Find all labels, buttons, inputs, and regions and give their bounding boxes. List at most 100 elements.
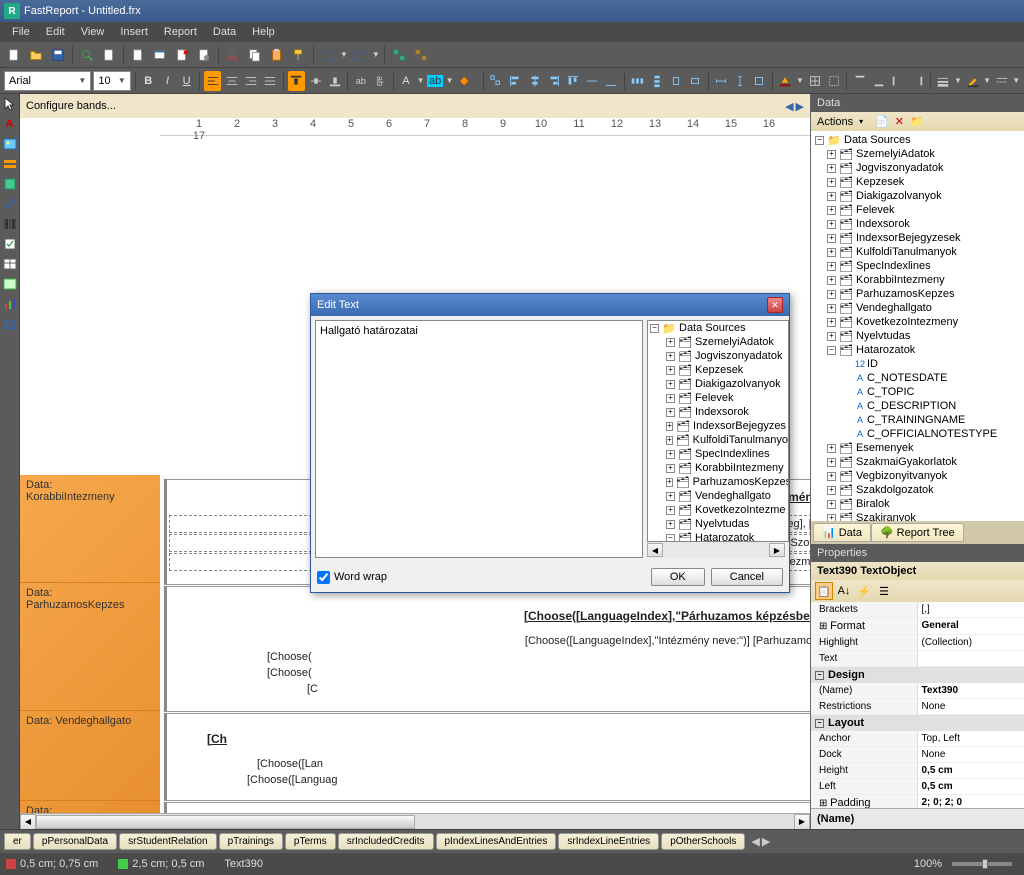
border-color-button[interactable]	[964, 71, 981, 91]
space-h-button[interactable]	[629, 71, 646, 91]
dialog-close-button[interactable]: ✕	[767, 297, 783, 313]
band-label[interactable]: Data:KovetkezoIntezmeny	[20, 801, 160, 814]
delete-icon[interactable]: ✕	[895, 115, 904, 128]
tree-item[interactable]: −🗂Hatarozatok	[813, 343, 1022, 357]
tree-field[interactable]: AC_OFFICIALNOTESTYPE	[813, 427, 1022, 441]
tree-root[interactable]: −📁Data Sources	[813, 133, 1022, 147]
prop-cat-button[interactable]: 📋	[815, 582, 833, 600]
size-w-button[interactable]	[712, 71, 729, 91]
bold-button[interactable]: B	[140, 71, 157, 91]
tree-item[interactable]: +🗂Indexsorok	[648, 405, 788, 419]
tree-field[interactable]: AC_NOTESDATE	[813, 371, 1022, 385]
menu-data[interactable]: Data	[205, 24, 244, 40]
tree-item[interactable]: −🗂Hatarozatok	[648, 531, 788, 542]
font-name-combo[interactable]: Arial▼	[4, 71, 91, 91]
page-add-button[interactable]: +	[128, 45, 148, 65]
tree-field[interactable]: AC_TRAININGNAME	[813, 413, 1022, 427]
tabs-scroll-left-icon[interactable]: ◀	[751, 835, 759, 848]
menu-file[interactable]: File	[4, 24, 38, 40]
tree-item[interactable]: +🗂Jogviszonyadatok	[648, 349, 788, 363]
tabs-scroll-right-icon[interactable]: ▶	[762, 835, 770, 848]
configure-bands-bar[interactable]: Configure bands... ◀ ▶	[20, 94, 810, 118]
page-tab[interactable]: pTrainings	[219, 833, 283, 850]
align-bottoms-button[interactable]	[603, 71, 620, 91]
text-object[interactable]: [Choose([Languag	[167, 772, 810, 788]
align-justify-button[interactable]	[262, 71, 279, 91]
menu-insert[interactable]: Insert	[112, 24, 156, 40]
tree-item[interactable]: +🗂KorabbiIntezmeny	[813, 273, 1022, 287]
prop-filter-button[interactable]: ⚡	[855, 582, 873, 600]
new-button[interactable]	[4, 45, 24, 65]
tree-item[interactable]: +🗂Vendeghallgato	[813, 301, 1022, 315]
tree-item[interactable]: +🗂Biralok	[813, 497, 1022, 511]
space-v-button[interactable]	[648, 71, 665, 91]
tree-item[interactable]: +🗂Szakdolgozatok	[813, 483, 1022, 497]
cut-button[interactable]	[223, 45, 243, 65]
page-tab[interactable]: srStudentRelation	[119, 833, 217, 850]
matrix-tool[interactable]	[2, 276, 18, 292]
align-center-button[interactable]	[223, 71, 240, 91]
data-sources-tree[interactable]: −📁Data Sources +🗂SzemelyiAdatok+🗂Jogvisz…	[811, 131, 1024, 521]
wordwrap-checkbox[interactable]: Word wrap	[317, 571, 387, 584]
valign-bottom-button[interactable]	[326, 71, 343, 91]
border-left-button[interactable]	[890, 71, 907, 91]
menu-help[interactable]: Help	[244, 24, 283, 40]
add-datasource-icon[interactable]: 📄	[875, 115, 889, 128]
text-angle2-button[interactable]: ab	[371, 71, 388, 91]
text-object[interactable]: [Choose([Lan	[167, 756, 810, 772]
text-angle1-button[interactable]: ab	[352, 71, 369, 91]
border-width-button[interactable]	[935, 71, 952, 91]
dialog-title-bar[interactable]: Edit Text ✕	[311, 294, 789, 316]
size-h-button[interactable]	[732, 71, 749, 91]
page-tab[interactable]: srIndexLineEntries	[558, 833, 659, 850]
page-tab[interactable]: pTerms	[285, 833, 336, 850]
page-tab[interactable]: srIncludedCredits	[338, 833, 434, 850]
center-h-button[interactable]	[667, 71, 684, 91]
tree-item[interactable]: +🗂Szakiranyok	[813, 511, 1022, 521]
band-tool[interactable]	[2, 156, 18, 172]
tree-field[interactable]: AC_TOPIC	[813, 385, 1022, 399]
tree-item[interactable]: +🗂SzemelyiAdatok	[648, 335, 788, 349]
align-centers-h-button[interactable]	[526, 71, 543, 91]
tree-item[interactable]: +🗂SpecIndexlines	[813, 259, 1022, 273]
bands-right-icon[interactable]: ▶	[796, 100, 804, 113]
tab-data[interactable]: 📊Data	[813, 523, 871, 542]
menu-edit[interactable]: Edit	[38, 24, 73, 40]
text-object[interactable]: [Choose(	[167, 665, 810, 681]
border-style-button[interactable]	[993, 71, 1010, 91]
tree-item[interactable]: +🗂Felevek	[813, 203, 1022, 217]
dialog-cancel-button[interactable]: Cancel	[711, 568, 783, 586]
valign-middle-button[interactable]	[307, 71, 324, 91]
tree-item[interactable]: +🗂KulfoldiTanulmanyo	[648, 433, 788, 447]
border-none-button[interactable]	[825, 71, 842, 91]
actions-label[interactable]: Actions	[817, 116, 853, 128]
pointer-tool[interactable]	[2, 96, 18, 112]
shape-tool[interactable]	[2, 176, 18, 192]
size-both-button[interactable]	[751, 71, 768, 91]
border-bottom-button[interactable]	[870, 71, 887, 91]
undo-button[interactable]	[318, 45, 338, 65]
border-all-button[interactable]	[806, 71, 823, 91]
tree-item[interactable]: +🗂ParhuzamosKepzes	[813, 287, 1022, 301]
chart-tool[interactable]	[2, 296, 18, 312]
format-paint-button[interactable]	[289, 45, 309, 65]
tree-item[interactable]: +🗂Esemenyek	[813, 441, 1022, 455]
zoom-slider[interactable]	[952, 862, 1012, 866]
prop-events-button[interactable]: ☰	[875, 582, 893, 600]
dialog-data-tree[interactable]: −📁Data Sources +🗂SzemelyiAdatok+🗂Jogvisz…	[647, 320, 789, 542]
tree-item[interactable]: +🗂SpecIndexlines	[648, 447, 788, 461]
tree-field[interactable]: AC_DESCRIPTION	[813, 399, 1022, 413]
dialog-ok-button[interactable]: OK	[651, 568, 705, 586]
page-setup-button[interactable]	[194, 45, 214, 65]
text-tool[interactable]: A	[2, 116, 18, 132]
rich-tool[interactable]: 12	[2, 316, 18, 332]
underline-button[interactable]: U	[178, 71, 195, 91]
align-rights-button[interactable]	[545, 71, 562, 91]
tree-item[interactable]: +🗂SzemelyiAdatok	[813, 147, 1022, 161]
align-right-button[interactable]	[242, 71, 259, 91]
tree-item[interactable]: +🗂ParhuzamosKepzes	[648, 475, 788, 489]
page-tab[interactable]: pOtherSchools	[661, 833, 745, 850]
tree-item[interactable]: +🗂KorabbiIntezmeny	[648, 461, 788, 475]
scroll-left-icon[interactable]: ◀	[647, 543, 663, 557]
tree-item[interactable]: +🗂Diakigazolvanyok	[648, 377, 788, 391]
